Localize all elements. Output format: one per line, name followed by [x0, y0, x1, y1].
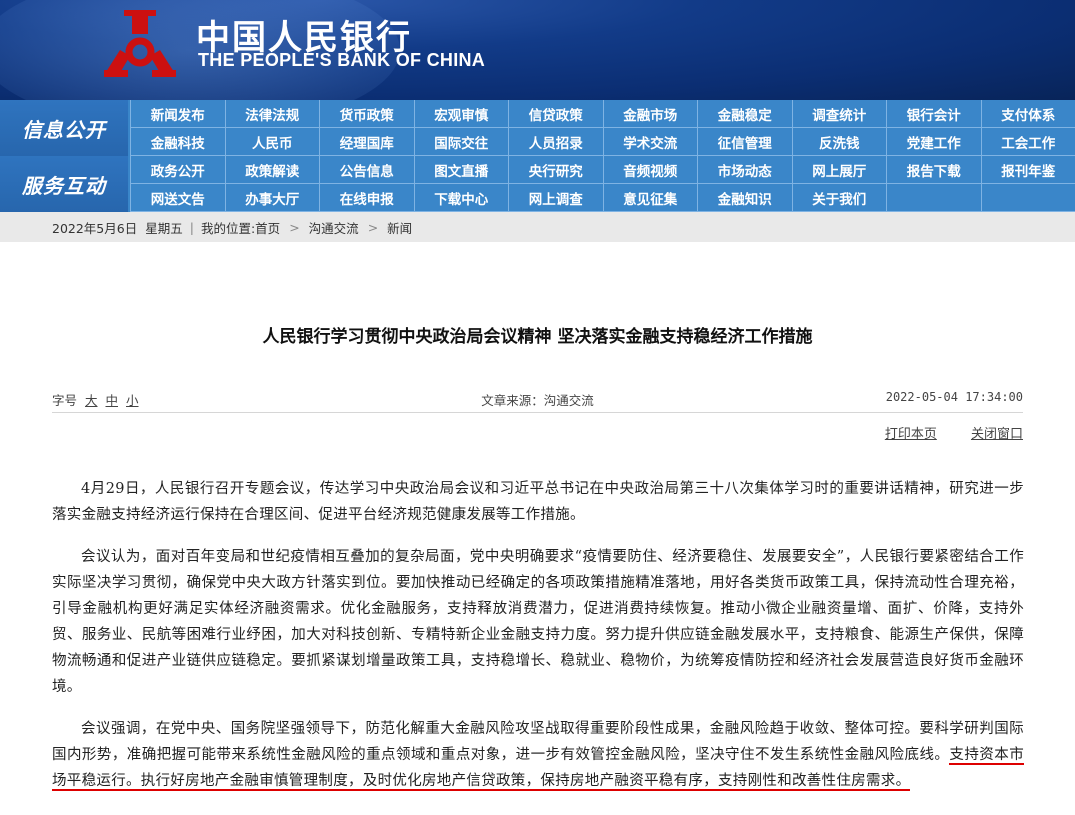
nav-grid-service: 政务公开 政策解读 公告信息 图文直播 央行研究 音频视频 市场动态 网上展厅 报告下载 报刊年鉴…	[130, 156, 1075, 212]
breadcrumb-level2[interactable]: 新闻	[387, 218, 412, 237]
nav-service-item[interactable]: 央行研究	[508, 156, 603, 184]
article-title: 人民银行学习贯彻中央政治局会议精神 坚决落实金融支持稳经济工作措施	[262, 327, 813, 347]
meta-divider	[52, 412, 1023, 413]
bank-name-en: THE PEOPLE'S BANK OF CHINA	[198, 50, 486, 70]
breadcrumb-separator: >	[367, 219, 379, 235]
pboc-logo-icon[interactable]	[100, 6, 180, 86]
site-header: 中国人民银行 THE PEOPLE'S BANK OF CHINA	[0, 0, 1075, 100]
crumb-divider: |	[189, 219, 194, 235]
article-body: 4月29日，人民银行召开专题会议，传达学习中央政治局会议和习近平总书记在中央政治…	[52, 476, 1024, 810]
nav-service-item[interactable]: 图文直播	[413, 156, 508, 184]
nav-grid-info: 新闻发布 法律法规 货币政策 宏观审慎 信贷政策 金融市场 金融稳定 调查统计 银行会计 支付体系…	[130, 100, 1075, 156]
nav-info-item[interactable]: 法律法规	[224, 100, 319, 128]
nav-info-item[interactable]: 学术交流	[602, 128, 697, 156]
nav-service-item[interactable]: 网上调查	[508, 184, 603, 212]
location-label: 我的位置:	[200, 220, 256, 236]
nav-empty-cell	[980, 184, 1075, 212]
nav-info-item[interactable]: 信贷政策	[508, 100, 603, 128]
print-page-link[interactable]: 打印本页	[885, 427, 937, 442]
nav-info-item[interactable]: 金融科技	[130, 128, 225, 156]
nav-info-item[interactable]: 宏观审慎	[413, 100, 508, 128]
nav-service-item[interactable]: 关于我们	[791, 184, 886, 212]
font-medium-link[interactable]: 中	[106, 393, 119, 408]
close-window-link[interactable]: 关闭窗口	[971, 427, 1023, 442]
nav-empty-cell	[886, 184, 981, 212]
article-source: 文章来源：沟通交流	[481, 393, 594, 408]
nav-info-item[interactable]: 金融稳定	[697, 100, 792, 128]
nav-section-info: 信息公开 新闻发布 法律法规 货币政策 宏观审慎 信贷政策 金融市场 金融稳定 调查统计 银行会…	[0, 100, 1075, 156]
nav-service-item[interactable]: 市场动态	[697, 156, 792, 184]
nav-info-item[interactable]: 人员招录	[508, 128, 603, 156]
breadcrumb-separator: >	[289, 219, 300, 235]
nav-info-item[interactable]: 反洗钱	[791, 128, 886, 156]
nav-service-item[interactable]: 办事大厅	[224, 184, 319, 212]
nav-service-item[interactable]: 网送文告	[130, 184, 225, 212]
nav-info-item[interactable]: 货币政策	[319, 100, 414, 128]
nav-info-item[interactable]: 人民币	[224, 128, 319, 156]
font-size-controls: 字号 大 中 小	[52, 390, 139, 409]
breadcrumb-home[interactable]: 首页	[255, 218, 280, 237]
nav-service-item[interactable]: 报刊年鉴	[980, 156, 1075, 184]
nav-section-info-label[interactable]: 信息公开	[0, 100, 128, 156]
current-weekday: 星期五	[145, 220, 183, 236]
paragraph-2: 会议认为，面对百年变局和世纪疫情相互叠加的复杂局面，党中央明确要求“疫情要防住、…	[52, 549, 1024, 695]
nav-info-item[interactable]: 国际交往	[413, 128, 508, 156]
article-meta: 文章来源：沟通交流 字号 大 中 小 2022-05-04 17:34:00	[52, 390, 1023, 410]
nav-service-item[interactable]: 政策解读	[224, 156, 319, 184]
nav-service-item[interactable]: 在线申报	[319, 184, 414, 212]
nav-info-item[interactable]: 征信管理	[697, 128, 792, 156]
nav-info-item[interactable]: 银行会计	[886, 100, 981, 128]
article-datetime: 2022-05-04 17:34:00	[885, 390, 1023, 404]
nav-service-item[interactable]: 金融知识	[697, 184, 792, 212]
main-nav: 信息公开 新闻发布 法律法规 货币政策 宏观审慎 信贷政策 金融市场 金融稳定 调查统计 银行会…	[0, 100, 1075, 212]
nav-info-item[interactable]: 党建工作	[886, 128, 981, 156]
paragraph-1: 4月29日，人民银行召开专题会议，传达学习中央政治局会议和习近平总书记在中央政治…	[52, 481, 1024, 523]
nav-service-item[interactable]: 音频视频	[602, 156, 697, 184]
nav-section-service-label[interactable]: 服务互动	[0, 156, 128, 212]
nav-service-item[interactable]: 公告信息	[319, 156, 414, 184]
nav-service-item[interactable]: 网上展厅	[791, 156, 886, 184]
nav-info-item[interactable]: 金融市场	[602, 100, 697, 128]
nav-service-item[interactable]: 意见征集	[602, 184, 697, 212]
nav-info-item[interactable]: 工会工作	[980, 128, 1075, 156]
font-size-label: 字号	[52, 393, 78, 408]
nav-service-item[interactable]: 下载中心	[413, 184, 508, 212]
breadcrumb: 2022年5月6日 星期五 | 我的位置: 首页 > 沟通交流 > 新闻	[0, 212, 1075, 242]
article-actions: 打印本页 关闭窗口	[855, 423, 1023, 442]
nav-info-item[interactable]: 新闻发布	[130, 100, 225, 128]
font-small-link[interactable]: 小	[126, 393, 139, 408]
paragraph-3: 会议强调，在党中央、国务院坚强领导下，防范化解重大金融风险攻坚战取得重要阶段性成…	[52, 716, 1024, 794]
nav-info-item[interactable]: 调查统计	[791, 100, 886, 128]
nav-service-item[interactable]: 报告下载	[886, 156, 981, 184]
nav-section-service: 服务互动 政务公开 政策解读 公告信息 图文直播 央行研究 音频视频 市场动态 网上展厅 报告下…	[0, 156, 1075, 212]
current-date: 2022年5月6日	[52, 220, 138, 236]
font-large-link[interactable]: 大	[85, 393, 98, 408]
paragraph-3-text: 会议强调，在党中央、国务院坚强领导下，防范化解重大金融风险攻坚战取得重要阶段性成…	[52, 721, 1024, 763]
breadcrumb-level1[interactable]: 沟通交流	[309, 218, 359, 237]
nav-service-item[interactable]: 政务公开	[130, 156, 225, 184]
nav-info-item[interactable]: 支付体系	[980, 100, 1075, 128]
nav-info-item[interactable]: 经理国库	[319, 128, 414, 156]
